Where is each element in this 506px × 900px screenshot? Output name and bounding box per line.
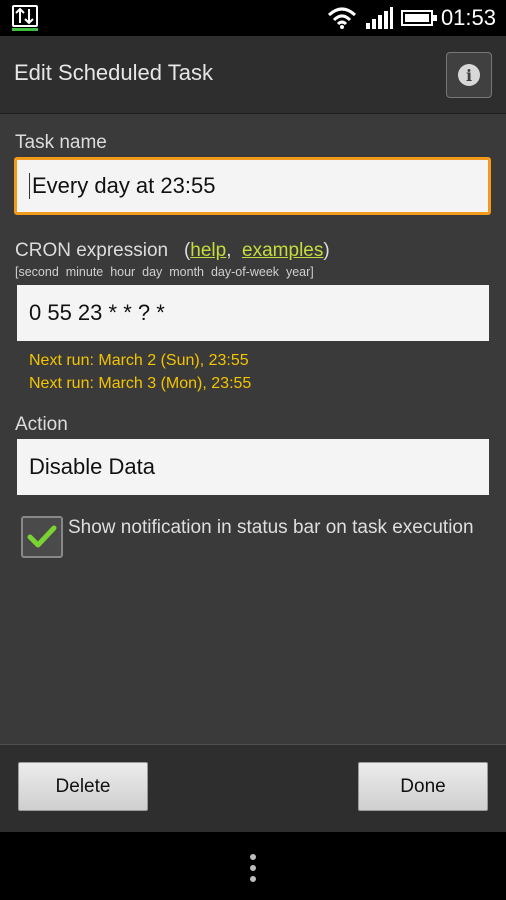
text-cursor [29, 173, 30, 199]
signal-icon [365, 7, 393, 29]
cron-label-row: CRON expression (help, examples) [15, 240, 330, 261]
notify-checkbox[interactable] [21, 516, 63, 558]
info-icon: i [458, 64, 480, 86]
cron-value: 0 55 23 * * ? * [29, 300, 165, 325]
info-button[interactable]: i [446, 52, 492, 98]
examples-link[interactable]: examples [242, 240, 323, 261]
overflow-menu-icon[interactable] [250, 854, 256, 882]
next-run-1: Next run: March 2 (Sun), 23:55 [29, 352, 249, 369]
notify-label[interactable]: Show notification in status bar on task … [68, 516, 488, 540]
delete-button[interactable]: Delete [18, 762, 148, 811]
action-select[interactable]: Disable Data [17, 439, 489, 495]
action-bar: Edit Scheduled Task i [0, 36, 506, 114]
help-link[interactable]: help [190, 240, 226, 261]
done-button[interactable]: Done [358, 762, 488, 811]
status-clock: 01:53 [440, 5, 496, 30]
bottom-bar: Delete Done [0, 744, 506, 832]
cron-format-hint: [second minute hour day month day-of-wee… [15, 265, 314, 279]
page-title: Edit Scheduled Task [14, 60, 213, 85]
battery-icon [400, 10, 437, 26]
action-value: Disable Data [29, 454, 155, 479]
cron-input[interactable]: 0 55 23 * * ? * [17, 285, 489, 341]
cron-label: CRON expression [15, 240, 169, 261]
status-bar: 01:53 [0, 0, 506, 36]
navigation-bar [0, 832, 506, 900]
wifi-icon [327, 7, 356, 29]
task-name-value: Every day at 23:55 [32, 173, 216, 198]
checkmark-icon [27, 525, 57, 548]
action-label: Action [15, 414, 68, 435]
task-name-label: Task name [15, 132, 107, 153]
data-transfer-icon [12, 5, 38, 31]
task-name-input[interactable]: Every day at 23:55 [14, 157, 491, 215]
next-run-2: Next run: March 3 (Mon), 23:55 [29, 375, 252, 392]
